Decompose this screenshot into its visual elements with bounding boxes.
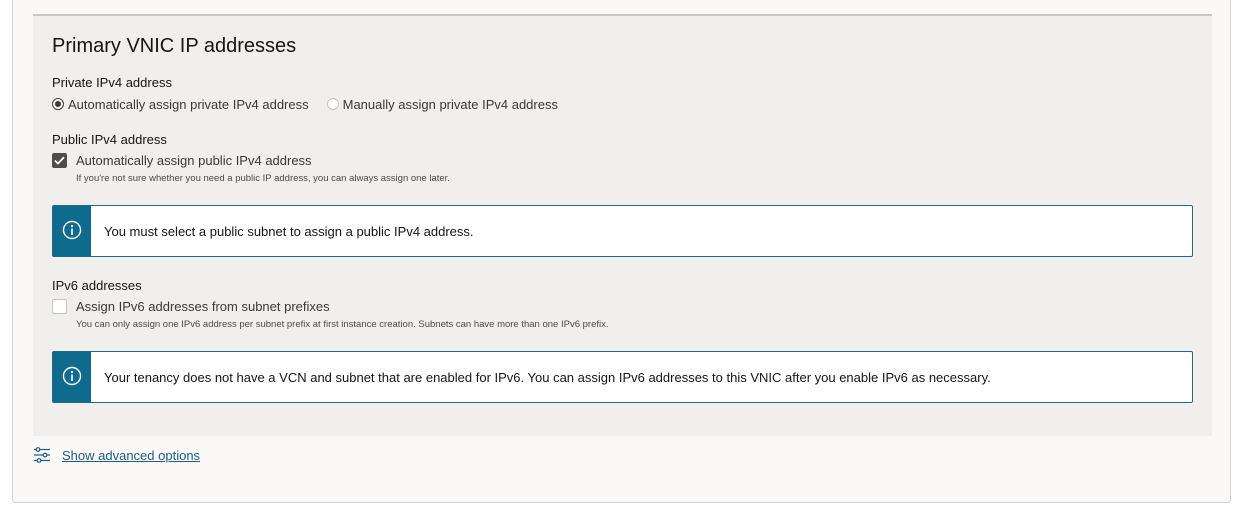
show-advanced-options-link[interactable]: Show advanced options [62,448,200,463]
private-ipv4-label: Private IPv4 address [52,75,172,90]
public-ipv4-label: Public IPv4 address [52,132,167,147]
advanced-options-toggle[interactable]: Show advanced options [33,446,200,464]
public-ipv4-help-text: If you're not sure whether you need a pu… [76,173,450,184]
ipv6-help-text: You can only assign one IPv6 address per… [76,319,609,330]
private-ipv4-radio-group: Automatically assign private IPv4 addres… [52,96,576,112]
info-icon [62,366,82,385]
info-icon [62,220,82,239]
public-subnet-info-banner: You must select a public subnet to assig… [52,205,1193,257]
radio-manual-private-ipv4-label: Manually assign private IPv4 address [342,96,558,112]
info-banner-strip [53,206,91,256]
ipv6-label: IPv6 addresses [52,278,142,293]
sliders-icon[interactable] [33,446,51,464]
checkmark-icon [54,156,65,165]
ipv6-checkbox[interactable] [52,298,67,314]
info-banner-strip [53,352,91,402]
radio-selected-indicator[interactable] [52,98,64,110]
public-ipv4-checkbox-label: Automatically assign public IPv4 address [76,152,312,168]
radio-auto-private-ipv4-label: Automatically assign private IPv4 addres… [68,96,309,112]
ipv6-checkbox-label: Assign IPv6 addresses from subnet prefix… [76,298,330,314]
ipv6-checkbox-row[interactable]: Assign IPv6 addresses from subnet prefix… [52,298,330,314]
public-ipv4-checkbox-row[interactable]: Automatically assign public IPv4 address [52,152,312,168]
ipv6-info-text: Your tenancy does not have a VCN and sub… [104,369,991,385]
public-subnet-info-text: You must select a public subnet to assig… [104,223,474,239]
radio-unselected-indicator[interactable] [326,98,339,110]
section-title: Primary VNIC IP addresses [52,35,297,57]
radio-auto-private-ipv4[interactable]: Automatically assign private IPv4 addres… [52,97,309,112]
radio-manual-private-ipv4[interactable]: Manually assign private IPv4 address [326,96,558,112]
ipv6-info-banner: Your tenancy does not have a VCN and sub… [52,351,1193,403]
public-ipv4-checkbox[interactable] [52,152,67,168]
